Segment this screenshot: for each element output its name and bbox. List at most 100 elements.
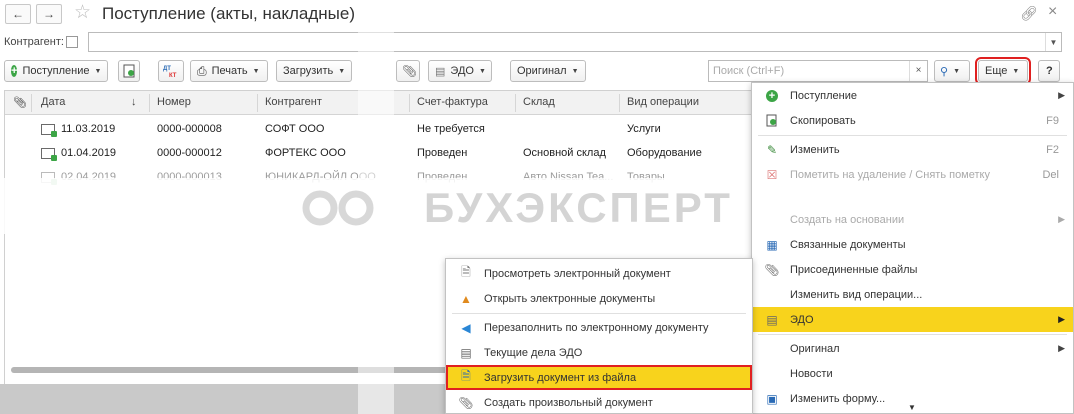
menu-shortcut: Del xyxy=(1042,168,1059,181)
row-operation: Услуги xyxy=(627,123,661,135)
counterparty-checkbox[interactable] xyxy=(66,36,78,48)
dt-kt-button[interactable]: ДТ КТ xyxy=(158,60,184,82)
pencil-icon: ✎ xyxy=(766,142,778,157)
paperclip-icon: 📎︎ xyxy=(13,97,27,109)
row-invoice: Проведен xyxy=(417,147,468,159)
green-plus-icon: + xyxy=(11,65,18,77)
row-counterparty: СОФТ ООО xyxy=(265,123,325,135)
menu-item-label: ЭДО xyxy=(790,313,814,326)
load-button[interactable]: Загрузить ▼ xyxy=(276,60,352,82)
attachments-button[interactable]: 📎︎ xyxy=(396,60,420,82)
more-label: Еще xyxy=(985,65,1008,77)
row-date: 11.03.2019 xyxy=(61,123,116,135)
chevron-down-icon: ▼ xyxy=(94,67,102,75)
paperclip-icon: 📎︎ xyxy=(458,395,474,410)
menu-item-original[interactable]: Оригинал ▶ xyxy=(752,336,1073,361)
menu-item-refill[interactable]: ◀ Перезаполнить по электронному документ… xyxy=(446,315,752,340)
menu-item-label: Новости xyxy=(790,367,833,380)
copy-icon xyxy=(764,113,780,129)
receipt-label: Поступление xyxy=(22,65,90,77)
menu-item-related-docs[interactable]: ▦ Связанные документы xyxy=(752,232,1073,257)
counterparty-input[interactable]: ▼ xyxy=(88,32,1062,52)
chevron-down-icon[interactable]: ▼ xyxy=(1045,33,1061,51)
row-number: 0000-000012 xyxy=(157,147,222,159)
menu-item-attached-files[interactable]: 📎︎ Присоединенные файлы xyxy=(752,257,1073,282)
forward-button[interactable]: → xyxy=(36,4,62,24)
search-placeholder: Поиск (Ctrl+F) xyxy=(713,65,785,77)
org-tree-icon: ▲ xyxy=(460,291,472,306)
original-label: Оригинал xyxy=(517,65,567,77)
more-button[interactable]: Еще ▼ xyxy=(975,57,1031,85)
menu-item-label: Поступление xyxy=(790,89,858,102)
menu-item-label: Загрузить документ из файла xyxy=(484,371,637,384)
menu-shortcut: F2 xyxy=(1046,143,1059,156)
column-header[interactable]: Вид операции xyxy=(627,96,699,108)
menu-item-open-edocs[interactable]: ▲ Открыть электронные документы xyxy=(446,286,752,311)
menu-item-news[interactable]: Новости xyxy=(752,361,1073,386)
menu-item-load-from-file[interactable]: 🗎︎ Загрузить документ из файла xyxy=(446,365,752,390)
row-invoice: Не требуется xyxy=(417,123,485,135)
menu-item-label: Скопировать xyxy=(790,114,856,127)
row-counterparty: ФОРТЕКС ООО xyxy=(265,147,346,159)
submenu-arrow-icon: ▶ xyxy=(1058,314,1065,324)
search-input[interactable]: Поиск (Ctrl+F) × xyxy=(708,60,928,82)
counterparty-filter: Контрагент: ▼ xyxy=(0,32,1074,52)
menu-item-label: Присоединенные файлы xyxy=(790,263,918,276)
column-header[interactable]: Счет-фактура xyxy=(417,96,488,108)
print-label: Печать xyxy=(211,65,248,77)
menu-item-edo-tasks[interactable]: ▤ Текущие дела ЭДО xyxy=(446,340,752,365)
printer-icon: ⎙ xyxy=(197,63,207,78)
load-file-icon: 🗎︎ xyxy=(461,369,471,383)
link-icon[interactable]: 🔗︎ xyxy=(1020,5,1038,22)
star-icon[interactable]: ☆ xyxy=(74,2,91,24)
submenu-arrow-icon: ▶ xyxy=(1058,214,1065,224)
help-button[interactable]: ? xyxy=(1038,60,1060,82)
svg-text:КТ: КТ xyxy=(169,73,177,79)
paperclip-icon: 📎︎ xyxy=(402,64,418,78)
scroll-down-icon[interactable]: ▼ xyxy=(908,403,916,412)
menu-item-mark-delete[interactable]: ☒ Пометить на удаление / Снять пометку D… xyxy=(752,162,1073,187)
menu-item-change-operation[interactable]: Изменить вид операции... xyxy=(752,282,1073,307)
watermark-logo xyxy=(302,190,374,226)
toolbar: + Поступление ▼ ДТ КТ ⎙ Печать ▼ Загрузит… xyxy=(0,57,1074,85)
row-number: 0000-000008 xyxy=(157,123,222,135)
column-header[interactable]: Номер xyxy=(157,96,191,108)
chevron-down-icon: ▼ xyxy=(571,67,579,75)
dt-kt-icon: ДТКТ xyxy=(163,66,177,79)
edo-icon: ▤ xyxy=(435,65,446,78)
menu-item-label: Текущие дела ЭДО xyxy=(484,346,583,359)
search-button[interactable]: ⚲ ▼ xyxy=(934,60,970,82)
clear-icon[interactable]: × xyxy=(909,61,927,81)
menu-item-edo[interactable]: ▤ ЭДО ▶ xyxy=(752,307,1073,332)
column-header[interactable]: Склад xyxy=(523,96,555,108)
menu-item-label: Открыть электронные документы xyxy=(484,292,656,305)
print-button[interactable]: ⎙ Печать ▼ xyxy=(190,60,268,82)
menu-item-label: Перезаполнить по электронному документу xyxy=(484,321,709,334)
receipt-button[interactable]: + Поступление ▼ xyxy=(4,60,108,82)
submenu-arrow-icon: ▶ xyxy=(1058,343,1065,353)
page-title: Поступление (акты, накладные) xyxy=(102,4,355,23)
chevron-down-icon: ▼ xyxy=(478,67,486,75)
edo-button[interactable]: ▤ ЭДО ▼ xyxy=(428,60,492,82)
green-plus-icon: + xyxy=(764,88,780,104)
counterparty-label: Контрагент: xyxy=(4,36,64,48)
menu-item-create-based[interactable]: Создать на основании ▶ xyxy=(752,207,1073,232)
back-button[interactable]: ← xyxy=(5,4,31,24)
chevron-down-icon: ▼ xyxy=(953,67,960,75)
menu-item-receipt[interactable]: + Поступление ▶ xyxy=(752,83,1073,108)
original-button[interactable]: Оригинал ▼ xyxy=(510,60,586,82)
menu-item-copy[interactable]: Скопировать F9 xyxy=(752,108,1073,133)
column-header[interactable]: Дата xyxy=(41,96,65,108)
menu-item-label: Изменить вид операции... xyxy=(790,288,923,301)
copy-button[interactable] xyxy=(118,60,140,82)
svg-text:ДТ: ДТ xyxy=(163,66,171,72)
menu-item-create-custom[interactable]: 📎︎ Создать произвольный документ xyxy=(446,390,752,414)
related-docs-icon: ▦ xyxy=(766,237,778,252)
menu-item-view-edoc[interactable]: 🗎︎ Просмотреть электронный документ xyxy=(446,261,752,286)
form-icon: ▣ xyxy=(766,391,778,406)
menu-item-edit[interactable]: ✎ Изменить F2 xyxy=(752,137,1073,162)
watermark-text: БУХЭКСПЕРТ xyxy=(424,184,733,231)
column-header[interactable]: Контрагент xyxy=(265,96,322,108)
menu-item-label: Пометить на удаление / Снять пометку xyxy=(790,168,990,181)
close-icon[interactable]: × xyxy=(1048,3,1057,21)
